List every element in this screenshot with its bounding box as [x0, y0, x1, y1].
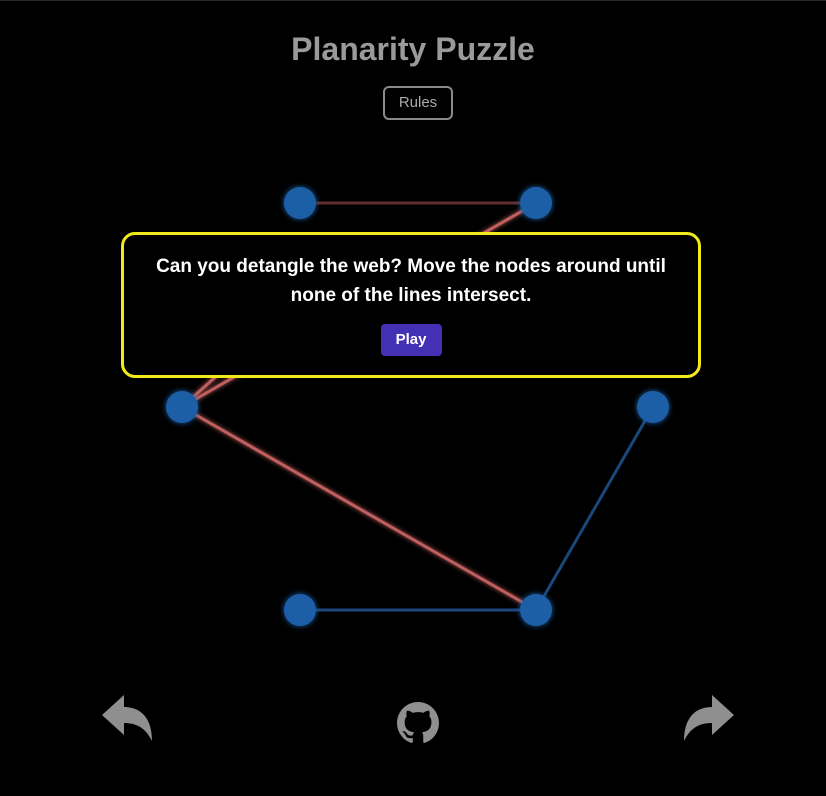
undo-arrow-icon[interactable]: [100, 693, 154, 743]
graph-node[interactable]: [520, 594, 552, 626]
intro-dialog: Can you detangle the web? Move the nodes…: [121, 232, 701, 378]
puzzle-board[interactable]: [0, 1, 826, 796]
edge-free: [534, 406, 655, 611]
graph-node[interactable]: [284, 187, 316, 219]
dialog-message: Can you detangle the web? Move the nodes…: [156, 256, 666, 306]
graph-node[interactable]: [637, 391, 669, 423]
github-icon[interactable]: [397, 702, 439, 744]
puzzle-page: Planarity Puzzle Rules Can you detangle …: [0, 0, 826, 796]
play-button[interactable]: Play: [380, 324, 442, 356]
redo-arrow-icon[interactable]: [682, 693, 736, 743]
graph-node[interactable]: [284, 594, 316, 626]
edge-crossing: [181, 405, 537, 612]
graph-node[interactable]: [520, 187, 552, 219]
graph-node[interactable]: [166, 391, 198, 423]
